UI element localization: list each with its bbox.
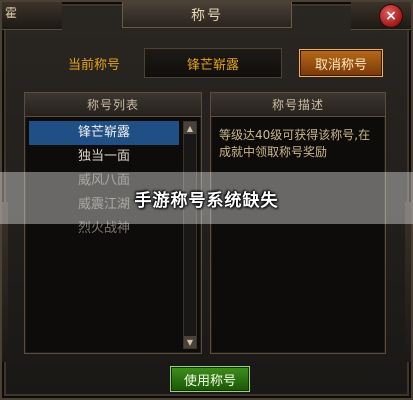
- side-decoration-right: [405, 202, 411, 362]
- close-button[interactable]: ×: [379, 4, 403, 28]
- window-title-tab: 称号: [122, 2, 292, 28]
- title-description-text: 等级达40级可获得该称号,在成就中领取称号奖励: [219, 128, 371, 159]
- cancel-title-button[interactable]: 取消称号: [299, 49, 383, 77]
- title-list-scrollbar[interactable]: ▲ ▼: [183, 121, 197, 349]
- use-title-button[interactable]: 使用称号: [170, 366, 250, 392]
- scroll-up-icon[interactable]: ▲: [184, 122, 196, 134]
- window-title: 称号: [191, 7, 223, 24]
- overlay-banner: 手游称号系统缺失: [0, 172, 413, 224]
- close-icon: ×: [385, 8, 397, 24]
- list-item[interactable]: 独当一面: [29, 145, 179, 169]
- current-title-value: 锋芒崭露: [144, 48, 282, 78]
- scroll-down-icon[interactable]: ▼: [184, 336, 196, 348]
- banner-text: 手游称号系统缺失: [134, 190, 279, 211]
- current-title-label: 当前称号: [68, 58, 121, 73]
- corner-decoration-left: 霍: [2, 2, 62, 30]
- list-item[interactable]: 锋芒崭露: [29, 121, 179, 145]
- side-decoration-left: [2, 202, 8, 362]
- corner-label: 霍: [5, 6, 18, 20]
- title-list-header: 称号列表: [25, 93, 201, 117]
- title-description-header: 称号描述: [211, 93, 385, 117]
